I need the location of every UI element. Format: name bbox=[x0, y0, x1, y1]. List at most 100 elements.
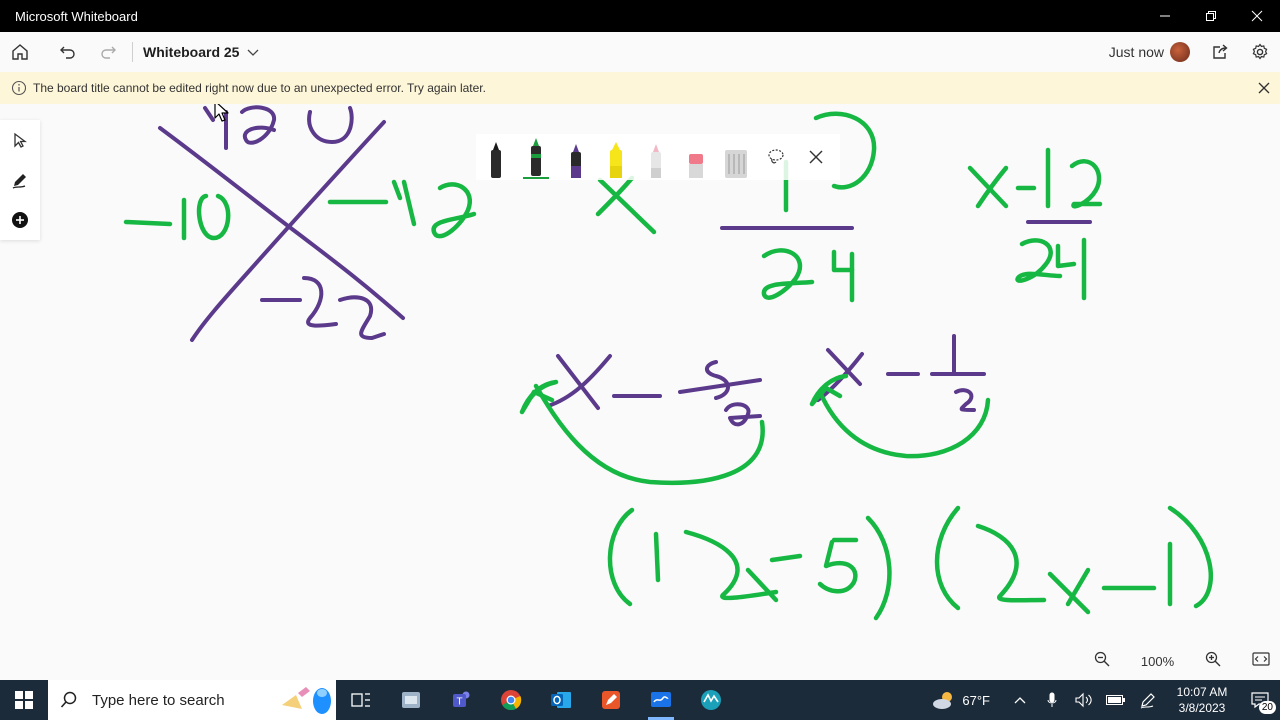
pink-highlighter-button[interactable] bbox=[636, 134, 676, 180]
window-titlebar: Microsoft Whiteboard bbox=[0, 0, 1280, 32]
restore-button[interactable] bbox=[1188, 0, 1234, 32]
share-icon bbox=[1213, 44, 1228, 59]
close-icon bbox=[1251, 10, 1263, 22]
dismiss-banner-button[interactable] bbox=[1248, 72, 1280, 104]
board-title-dropdown[interactable] bbox=[239, 32, 267, 72]
fit-width-icon bbox=[1252, 651, 1270, 666]
notification-count: 20 bbox=[1258, 701, 1276, 714]
volume-tray-button[interactable] bbox=[1068, 680, 1100, 720]
clock-time: 10:07 AM bbox=[1176, 685, 1228, 699]
ruler-icon bbox=[725, 150, 747, 178]
taskbar-clock[interactable]: 10:07 AM 3/8/2023 bbox=[1164, 684, 1240, 716]
redo-button[interactable] bbox=[88, 32, 128, 72]
home-icon bbox=[12, 44, 28, 60]
battery-icon bbox=[1106, 695, 1125, 705]
start-button[interactable] bbox=[0, 680, 48, 720]
settings-button[interactable] bbox=[1240, 32, 1280, 72]
eraser-button[interactable] bbox=[676, 134, 716, 180]
network-app-icon bbox=[701, 690, 721, 710]
whiteboard-icon bbox=[651, 692, 671, 707]
minimize-button[interactable] bbox=[1142, 0, 1188, 32]
undo-button[interactable] bbox=[48, 32, 88, 72]
black-pen-button[interactable] bbox=[476, 134, 516, 180]
weather-cloud-sun-icon bbox=[933, 692, 953, 709]
weather-widget[interactable] bbox=[926, 680, 962, 720]
chevron-down-icon bbox=[248, 49, 259, 56]
board-title[interactable]: Whiteboard 25 bbox=[143, 44, 239, 60]
zoom-level[interactable]: 100% bbox=[1141, 654, 1174, 669]
taskbar-app-chrome[interactable] bbox=[486, 680, 536, 720]
purple-pen-icon bbox=[571, 144, 581, 178]
notification-center-button[interactable]: 20 bbox=[1240, 680, 1280, 720]
fit-to-screen-button[interactable] bbox=[1252, 651, 1270, 671]
zoom-in-icon bbox=[1205, 651, 1221, 666]
purple-pen-button[interactable] bbox=[556, 134, 596, 180]
search-placeholder: Type here to search bbox=[92, 691, 225, 709]
taskbar-app-teams[interactable]: T bbox=[436, 680, 486, 720]
window-title: Microsoft Whiteboard bbox=[15, 8, 138, 24]
taskbar-app-whiteboard[interactable] bbox=[636, 680, 686, 720]
pen-menu-tray-button[interactable] bbox=[1132, 680, 1164, 720]
zoom-in-button[interactable] bbox=[1205, 651, 1221, 672]
restore-icon bbox=[1206, 11, 1216, 21]
undo-icon bbox=[60, 46, 75, 59]
windows-logo-icon bbox=[15, 691, 33, 709]
outlook-icon bbox=[551, 692, 571, 708]
green-pen-icon bbox=[523, 138, 549, 179]
microphone-icon bbox=[1047, 692, 1057, 707]
gear-icon bbox=[1252, 43, 1268, 60]
select-tool-button[interactable] bbox=[0, 120, 40, 160]
search-highlight-icon bbox=[282, 687, 331, 714]
save-status: Just now bbox=[1108, 44, 1164, 60]
close-icon bbox=[809, 150, 823, 164]
home-button[interactable] bbox=[0, 32, 40, 72]
ruler-button[interactable] bbox=[716, 134, 756, 180]
file-explorer-icon bbox=[402, 692, 420, 708]
pen-app-icon bbox=[602, 691, 620, 709]
volume-icon bbox=[1075, 692, 1092, 708]
green-ink bbox=[123, 111, 1213, 621]
pointer-icon bbox=[14, 132, 27, 148]
task-view-button[interactable] bbox=[336, 680, 386, 720]
close-window-button[interactable] bbox=[1234, 0, 1280, 32]
close-pen-tray-button[interactable] bbox=[796, 134, 836, 180]
search-icon bbox=[60, 691, 77, 708]
highlighter-icon bbox=[610, 142, 622, 178]
taskbar-app-vpn[interactable] bbox=[686, 680, 736, 720]
add-content-button[interactable] bbox=[0, 200, 40, 240]
zoom-controls: 100% bbox=[1082, 644, 1280, 678]
windows-taskbar: Type here to search T 67°F 10:07 AM 3/8/… bbox=[0, 680, 1280, 720]
svg-text:T: T bbox=[456, 697, 462, 708]
show-hidden-icons-button[interactable] bbox=[1004, 680, 1036, 720]
taskbar-app-pen-tool[interactable] bbox=[586, 680, 636, 720]
taskbar-search-box[interactable]: Type here to search bbox=[48, 680, 336, 720]
app-toolbar: Whiteboard 25 Just now bbox=[0, 32, 1280, 72]
taskbar-app-file-explorer[interactable] bbox=[386, 680, 436, 720]
avatar[interactable] bbox=[1170, 42, 1190, 62]
task-view-icon bbox=[351, 693, 370, 707]
pen-icon bbox=[1140, 693, 1155, 709]
whiteboard-canvas[interactable] bbox=[0, 104, 1280, 680]
ink-tool-button[interactable] bbox=[0, 160, 40, 200]
chevron-up-icon bbox=[1014, 697, 1026, 704]
green-pen-button[interactable] bbox=[516, 134, 556, 180]
yellow-highlighter-button[interactable] bbox=[596, 134, 636, 180]
weather-temperature: 67°F bbox=[962, 692, 990, 708]
redo-icon bbox=[101, 46, 116, 59]
share-button[interactable] bbox=[1200, 32, 1240, 72]
microphone-tray-button[interactable] bbox=[1036, 680, 1068, 720]
teams-icon: T bbox=[453, 691, 470, 708]
lasso-select-button[interactable] bbox=[756, 134, 796, 180]
close-icon bbox=[1258, 82, 1270, 94]
clock-date: 3/8/2023 bbox=[1178, 701, 1226, 715]
battery-tray-button[interactable] bbox=[1100, 680, 1132, 720]
black-pen-icon bbox=[491, 142, 501, 178]
minimize-icon bbox=[1160, 15, 1170, 17]
taskbar-app-outlook[interactable] bbox=[536, 680, 586, 720]
eraser-icon bbox=[689, 154, 703, 178]
left-tool-rail bbox=[0, 120, 40, 240]
error-banner-message: The board title cannot be edited right n… bbox=[33, 81, 486, 95]
system-tray: 67°F 10:07 AM 3/8/2023 20 bbox=[926, 680, 1280, 720]
chrome-icon bbox=[501, 690, 522, 711]
zoom-out-button[interactable] bbox=[1094, 651, 1110, 672]
